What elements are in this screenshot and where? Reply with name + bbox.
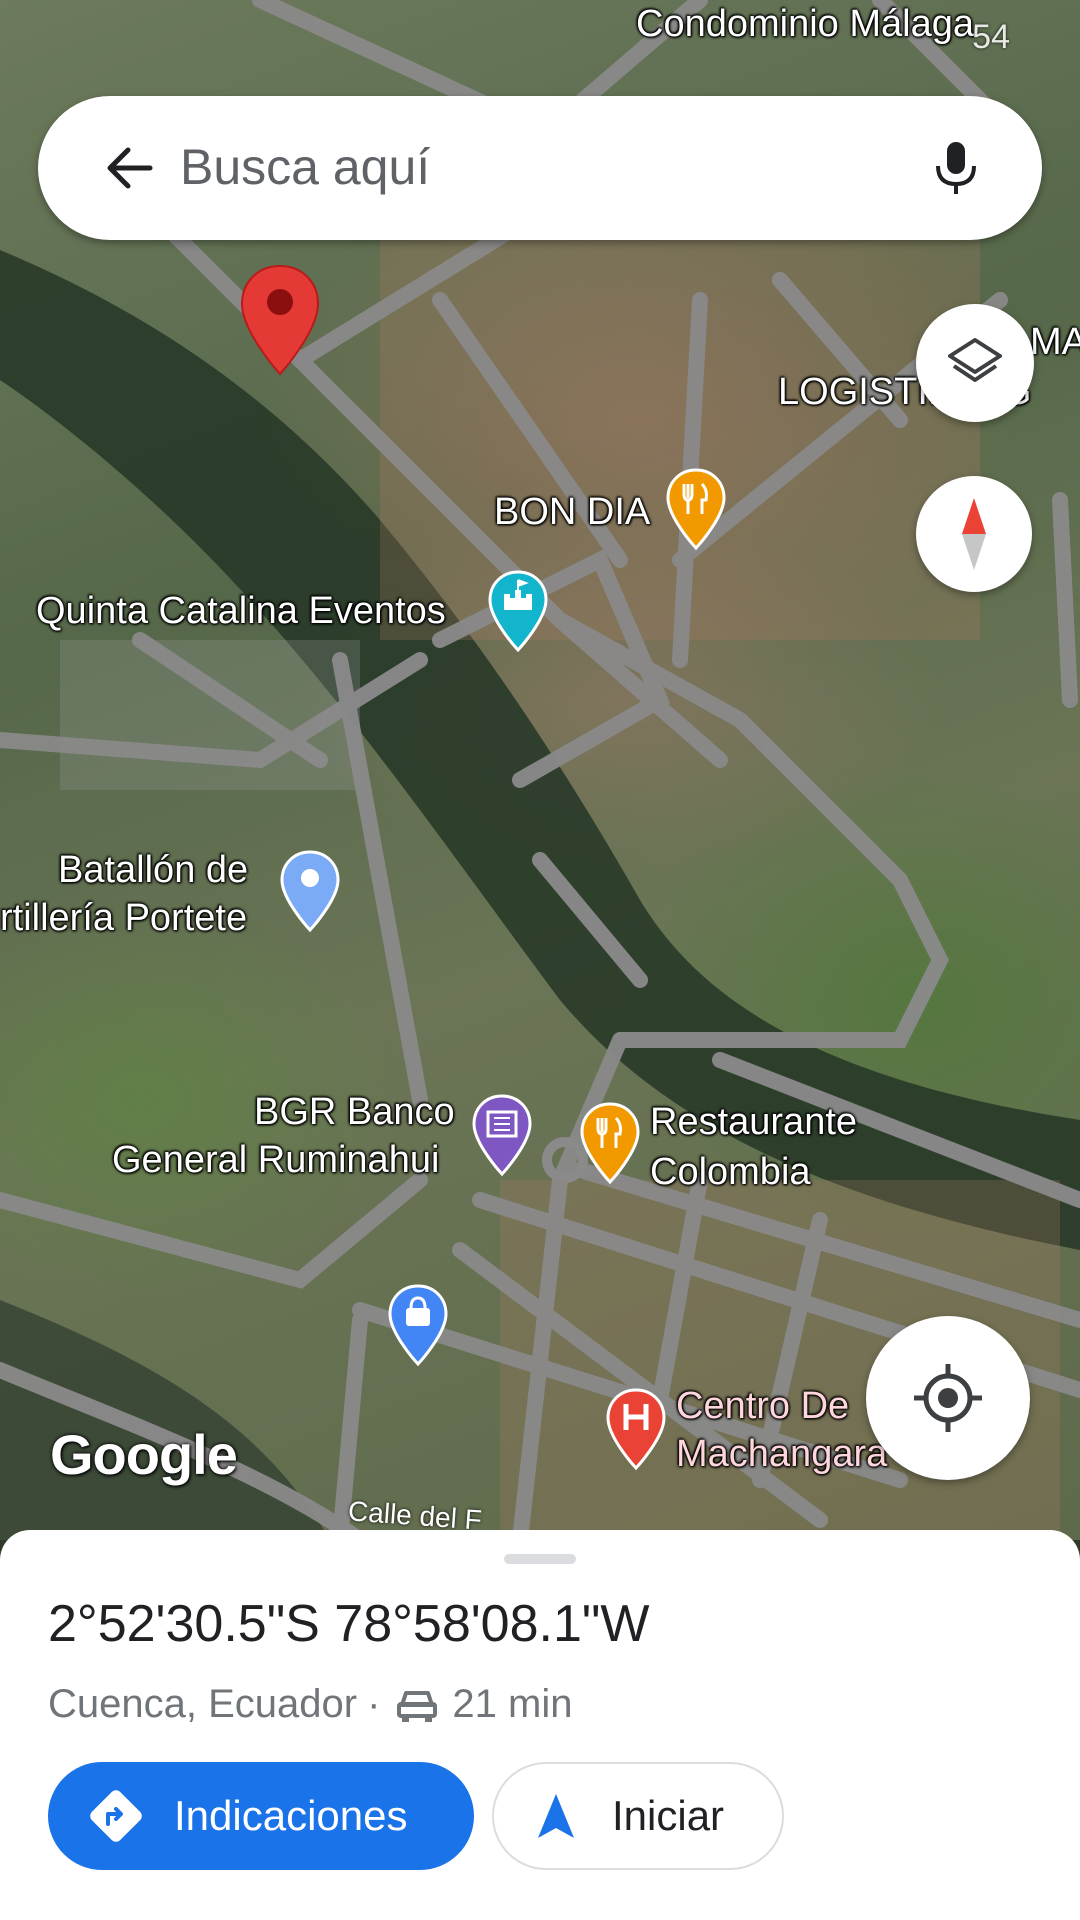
hospital-pin-icon[interactable] — [606, 1388, 666, 1472]
google-logo: Google — [50, 1423, 238, 1486]
sheet-drag-handle[interactable] — [504, 1554, 576, 1564]
coordinates-title: 2°52'30.5"S 78°58'08.1"W — [48, 1595, 650, 1653]
label-restaurante-2[interactable]: Colombia — [650, 1148, 811, 1196]
restaurant-pin-icon[interactable] — [666, 468, 726, 552]
label-logistica-top[interactable]: MA — [1030, 318, 1080, 366]
label-centro-1[interactable]: Centro De — [676, 1382, 849, 1430]
navigation-arrow-icon — [538, 1794, 574, 1838]
directions-button[interactable]: Indicaciones — [48, 1762, 474, 1870]
separator-dot: · — [367, 1682, 381, 1726]
label-bgr-1[interactable]: BGR Banco — [254, 1088, 455, 1136]
directions-label: Indicaciones — [174, 1792, 408, 1839]
layers-button[interactable] — [916, 304, 1034, 422]
back-arrow-icon[interactable] — [100, 138, 160, 198]
label-quinta-catalina[interactable]: Quinta Catalina Eventos — [36, 587, 446, 635]
label-condominio[interactable]: Condominio Málaga — [636, 0, 974, 48]
my-location-icon — [914, 1364, 982, 1432]
drive-time: 21 min — [452, 1682, 573, 1726]
search-input[interactable]: Busca aquí — [180, 138, 430, 196]
search-bar[interactable]: Busca aquí — [38, 96, 1042, 240]
directions-icon — [90, 1790, 142, 1842]
microphone-icon[interactable] — [922, 134, 990, 202]
layers-icon — [948, 338, 1002, 382]
place-bottom-sheet[interactable]: 2°52'30.5"S 78°58'08.1"W Cuenca, Ecuador… — [0, 1530, 1080, 1920]
shopping-pin-icon[interactable] — [388, 1284, 448, 1368]
compass-button[interactable] — [916, 476, 1032, 592]
status-bar-time: 54 — [972, 18, 1010, 56]
label-bgr-2[interactable]: General Ruminahui — [112, 1136, 439, 1184]
landmark-pin-icon[interactable] — [280, 850, 340, 934]
dropped-pin-icon[interactable] — [238, 262, 322, 378]
event-venue-pin-icon[interactable] — [488, 570, 548, 654]
location-subtitle: Cuenca, Ecuador · 21 min — [48, 1682, 572, 1727]
location-name: Cuenca, Ecuador — [48, 1682, 358, 1726]
label-centro-2[interactable]: Machangara — [676, 1430, 887, 1478]
label-batallon-1[interactable]: Batallón de — [58, 846, 248, 894]
restaurant-pin-icon[interactable] — [580, 1102, 640, 1186]
label-restaurante-1[interactable]: Restaurante — [650, 1098, 857, 1146]
start-navigation-button[interactable]: Iniciar — [492, 1762, 784, 1870]
start-label: Iniciar — [612, 1792, 725, 1839]
label-bon-dia[interactable]: BON DIA — [494, 488, 650, 536]
my-location-button[interactable] — [866, 1316, 1030, 1480]
label-batallon-2[interactable]: rtillería Portete — [0, 894, 247, 942]
compass-icon — [962, 498, 986, 570]
car-icon — [397, 1690, 438, 1722]
bank-pin-icon[interactable] — [472, 1094, 532, 1178]
